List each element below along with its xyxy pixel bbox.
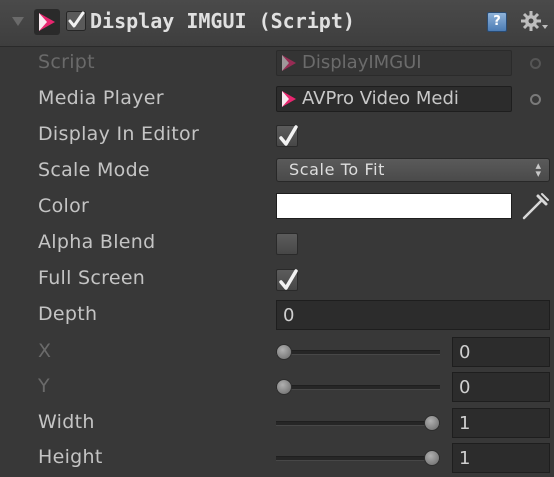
x-slider-thumb[interactable] <box>276 344 292 360</box>
foldout-arrow-icon[interactable] <box>12 17 24 26</box>
depth-label: Depth <box>38 303 98 325</box>
checkmark-icon <box>66 11 86 31</box>
width-slider-track[interactable] <box>276 421 440 426</box>
checkmark-icon <box>279 125 298 146</box>
height-slider-thumb[interactable] <box>424 450 440 466</box>
full-screen-label: Full Screen <box>38 267 146 289</box>
x-input[interactable]: 0 <box>452 337 550 367</box>
width-slider-thumb[interactable] <box>424 415 440 431</box>
depth-input[interactable]: 0 <box>276 300 550 330</box>
dropdown-arrows-icon: ▴ ▾ <box>535 159 541 180</box>
width-input[interactable]: 1 <box>452 408 550 438</box>
y-input[interactable]: 0 <box>452 372 550 402</box>
row-depth: Depth 0 <box>0 298 554 334</box>
eyedropper-icon[interactable] <box>520 192 550 222</box>
component-header[interactable]: Display IMGUI (Script) ? <box>0 0 554 47</box>
display-in-editor-checkbox[interactable] <box>276 125 298 147</box>
x-slider-track[interactable] <box>276 350 440 355</box>
row-display-in-editor: Display In Editor <box>0 118 554 154</box>
gear-icon[interactable] <box>520 10 548 32</box>
row-height: Height 1 <box>0 441 554 477</box>
component-enabled-checkbox[interactable] <box>66 11 86 31</box>
row-width: Width 1 <box>0 406 554 442</box>
row-color: Color <box>0 190 554 226</box>
height-slider-track[interactable] <box>276 456 440 461</box>
width-value: 1 <box>459 413 471 434</box>
depth-value: 0 <box>283 305 295 326</box>
y-label: Y <box>38 375 50 397</box>
width-label: Width <box>38 411 95 433</box>
script-picker-icon <box>530 58 541 69</box>
media-player-value: AVPro Video Medi <box>302 88 459 109</box>
row-y: Y 0 <box>0 370 554 406</box>
media-player-picker-icon[interactable] <box>530 94 541 105</box>
row-full-screen: Full Screen <box>0 262 554 298</box>
scale-mode-label: Scale Mode <box>38 159 150 181</box>
y-slider-track[interactable] <box>276 385 440 390</box>
script-field: DisplayIMGUI <box>276 50 512 76</box>
row-script: Script DisplayIMGUI <box>0 46 554 82</box>
row-alpha-blend: Alpha Blend <box>0 226 554 262</box>
checkmark-icon <box>279 269 298 290</box>
scale-mode-value: Scale To Fit <box>289 160 386 179</box>
height-label: Height <box>38 446 103 468</box>
x-label: X <box>38 340 52 362</box>
row-scale-mode: Scale Mode Scale To Fit ▴ ▾ <box>0 154 554 190</box>
alpha-blend-checkbox[interactable] <box>276 233 298 255</box>
display-in-editor-label: Display In Editor <box>38 123 200 145</box>
script-label: Script <box>38 51 95 73</box>
media-player-asset-icon <box>282 91 296 107</box>
alpha-blend-label: Alpha Blend <box>38 231 156 253</box>
component-title: Display IMGUI (Script) <box>90 9 355 33</box>
media-player-field[interactable]: AVPro Video Medi <box>276 86 512 112</box>
help-icon[interactable]: ? <box>487 12 507 32</box>
avpro-logo-icon <box>34 9 60 35</box>
media-player-label: Media Player <box>38 87 164 109</box>
script-value: DisplayIMGUI <box>302 52 422 73</box>
row-media-player: Media Player AVPro Video Medi <box>0 82 554 118</box>
row-x: X 0 <box>0 335 554 371</box>
height-value: 1 <box>459 448 471 469</box>
scale-mode-dropdown[interactable]: Scale To Fit ▴ ▾ <box>276 158 550 182</box>
height-input[interactable]: 1 <box>452 443 550 473</box>
y-slider-thumb[interactable] <box>276 379 292 395</box>
y-value: 0 <box>459 377 471 398</box>
color-swatch[interactable] <box>276 193 512 219</box>
x-value: 0 <box>459 342 471 363</box>
color-label: Color <box>38 195 90 217</box>
script-asset-icon <box>282 55 296 71</box>
full-screen-checkbox[interactable] <box>276 269 298 291</box>
